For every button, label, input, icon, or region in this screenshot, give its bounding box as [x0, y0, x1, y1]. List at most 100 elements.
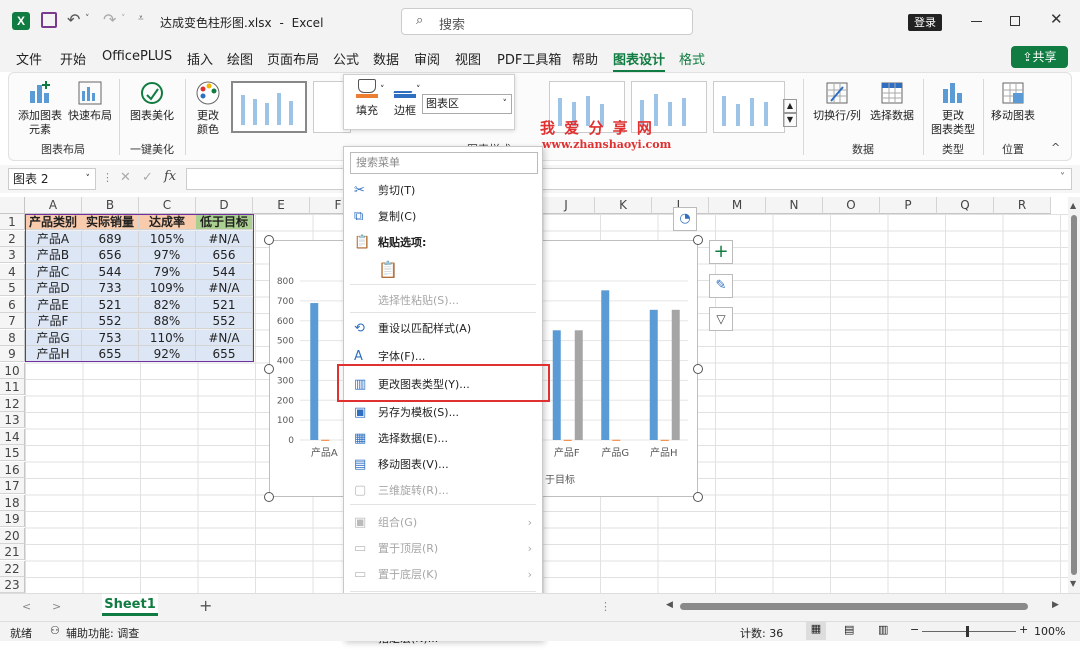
row-header-17[interactable]: 17 [0, 478, 25, 494]
column-header-k[interactable]: K [595, 197, 652, 214]
switch-row-column-button[interactable]: 切换行/列 [809, 79, 865, 123]
tab-chart-design[interactable]: 图表设计 [613, 49, 666, 73]
resize-handle-tr[interactable] [693, 235, 703, 245]
row-header-9[interactable]: 9 [0, 346, 25, 362]
fill-dropdown-icon[interactable]: ˅ [380, 85, 385, 95]
redo-dropdown-icon[interactable]: ˅ [121, 14, 126, 24]
chart-styles-button[interactable]: ✎ [709, 274, 733, 298]
table-cell[interactable]: 产品F [25, 313, 82, 329]
normal-view-icon[interactable]: ▦ [806, 622, 826, 640]
table-cell[interactable]: 产品H [25, 346, 82, 362]
table-header-cell[interactable]: 低于目标 [196, 214, 253, 230]
add-chart-element-button[interactable]: 添加图表 元素 [15, 79, 65, 137]
table-cell[interactable]: 733 [82, 280, 139, 296]
tab-draw[interactable]: 绘图 [227, 49, 253, 68]
row-header-20[interactable]: 20 [0, 527, 25, 544]
chart-beautify-button[interactable]: 图表美化 [125, 79, 179, 123]
table-cell[interactable]: 552 [196, 313, 253, 329]
bar-达成率[interactable] [321, 439, 330, 441]
table-cell[interactable]: 产品D [25, 280, 82, 296]
table-header-cell[interactable]: 达成率 [139, 214, 196, 230]
table-header-cell[interactable]: 产品类别 [25, 214, 82, 230]
row-header-11[interactable]: 11 [0, 379, 25, 395]
table-cell[interactable]: 97% [139, 247, 196, 263]
insert-function-icon[interactable]: fx [164, 169, 176, 184]
row-header-8[interactable]: 8 [0, 329, 25, 346]
zoom-in-icon[interactable]: + [1019, 623, 1028, 636]
chart-format-button[interactable]: ◔ [673, 207, 697, 231]
table-cell[interactable]: 92% [139, 346, 196, 362]
page-break-view-icon[interactable]: ▥ [878, 623, 888, 636]
chart-filters-button[interactable]: ▽ [709, 307, 733, 331]
scroll-left-icon[interactable]: ◀ [666, 600, 673, 610]
column-header-o[interactable]: O [823, 197, 880, 214]
quick-layout-button[interactable]: 快速布局 [65, 79, 115, 123]
table-cell[interactable]: 656 [196, 247, 253, 263]
row-header-7[interactable]: 7 [0, 313, 25, 329]
maximize-icon[interactable] [1010, 16, 1020, 26]
tab-view[interactable]: 视图 [455, 49, 481, 68]
table-cell[interactable]: 655 [82, 346, 139, 362]
row-header-22[interactable]: 22 [0, 560, 25, 577]
zoom-out-icon[interactable]: − [910, 623, 919, 636]
column-header-a[interactable]: A [25, 197, 82, 214]
bar-实际销量[interactable] [649, 309, 658, 440]
tab-insert[interactable]: 插入 [187, 49, 213, 68]
chart-elements-button[interactable]: + [709, 240, 733, 264]
row-header-21[interactable]: 21 [0, 544, 25, 560]
border-dropdown-icon[interactable]: ˅ [416, 85, 421, 95]
tab-file[interactable]: 文件 [16, 49, 42, 68]
row-header-16[interactable]: 16 [0, 461, 25, 478]
undo-icon[interactable]: ↶ [67, 10, 80, 29]
resize-handle-mr[interactable] [693, 364, 703, 374]
paste-option-icon[interactable]: 📋 [378, 260, 398, 280]
row-header-10[interactable]: 10 [0, 362, 25, 379]
chart-style-thumb-1[interactable] [231, 81, 307, 133]
table-cell[interactable]: #N/A [196, 329, 253, 346]
customize-quick-access-icon[interactable]: ⩡ [138, 13, 144, 24]
prev-sheet-icon[interactable]: < [22, 600, 31, 613]
bar-低于目标[interactable] [574, 330, 583, 440]
resize-handle-tl[interactable] [264, 235, 274, 245]
row-header-13[interactable]: 13 [0, 412, 25, 428]
row-header-12[interactable]: 12 [0, 395, 25, 412]
zoom-level[interactable]: 100% [1034, 625, 1065, 638]
table-cell[interactable]: 656 [82, 247, 139, 263]
context-menu-item[interactable]: ⧉ 复制(C) [344, 204, 542, 230]
tab-data[interactable]: 数据 [373, 49, 399, 68]
close-icon[interactable]: ✕ [1050, 10, 1063, 28]
table-cell[interactable]: 689 [82, 230, 139, 247]
row-header-3[interactable]: 3 [0, 247, 25, 263]
page-layout-view-icon[interactable]: ▤ [844, 623, 854, 636]
change-chart-type-ribbon-button[interactable]: 更改 图表类型 [927, 79, 979, 137]
table-cell[interactable]: 产品E [25, 296, 82, 313]
collapse-ribbon-icon[interactable]: ^ [1051, 141, 1060, 154]
select-data-button[interactable]: 选择数据 [867, 79, 917, 123]
horizontal-scrollbar[interactable] [680, 603, 1028, 610]
bar-实际销量[interactable] [310, 303, 319, 440]
row-header-4[interactable]: 4 [0, 263, 25, 280]
row-header-23[interactable]: 23 [0, 577, 25, 593]
add-sheet-icon[interactable]: + [199, 596, 212, 615]
row-header-14[interactable]: 14 [0, 428, 25, 445]
tab-pdf-tools[interactable]: PDF工具箱 [497, 49, 561, 68]
table-cell[interactable]: 产品C [25, 263, 82, 280]
table-cell[interactable]: 655 [196, 346, 253, 362]
column-header-q[interactable]: Q [937, 197, 994, 214]
row-header-19[interactable]: 19 [0, 511, 25, 527]
chart-element-select[interactable]: 图表区 ˅ [422, 94, 512, 114]
cancel-icon[interactable]: ✕ [120, 170, 131, 185]
table-cell[interactable]: 88% [139, 313, 196, 329]
row-header-15[interactable]: 15 [0, 445, 25, 461]
table-cell[interactable]: 82% [139, 296, 196, 313]
table-cell[interactable]: 521 [82, 296, 139, 313]
table-cell[interactable]: 产品A [25, 230, 82, 247]
gallery-scroll-down-icon[interactable]: ▼ [783, 113, 797, 127]
tab-home[interactable]: 开始 [60, 49, 86, 68]
table-cell[interactable]: 109% [139, 280, 196, 296]
bar-实际销量[interactable] [552, 330, 561, 440]
zoom-slider[interactable] [922, 626, 1016, 637]
split-grip-icon[interactable]: ⋮ [600, 600, 611, 613]
table-cell[interactable]: 552 [82, 313, 139, 329]
bar-实际销量[interactable] [601, 290, 610, 440]
